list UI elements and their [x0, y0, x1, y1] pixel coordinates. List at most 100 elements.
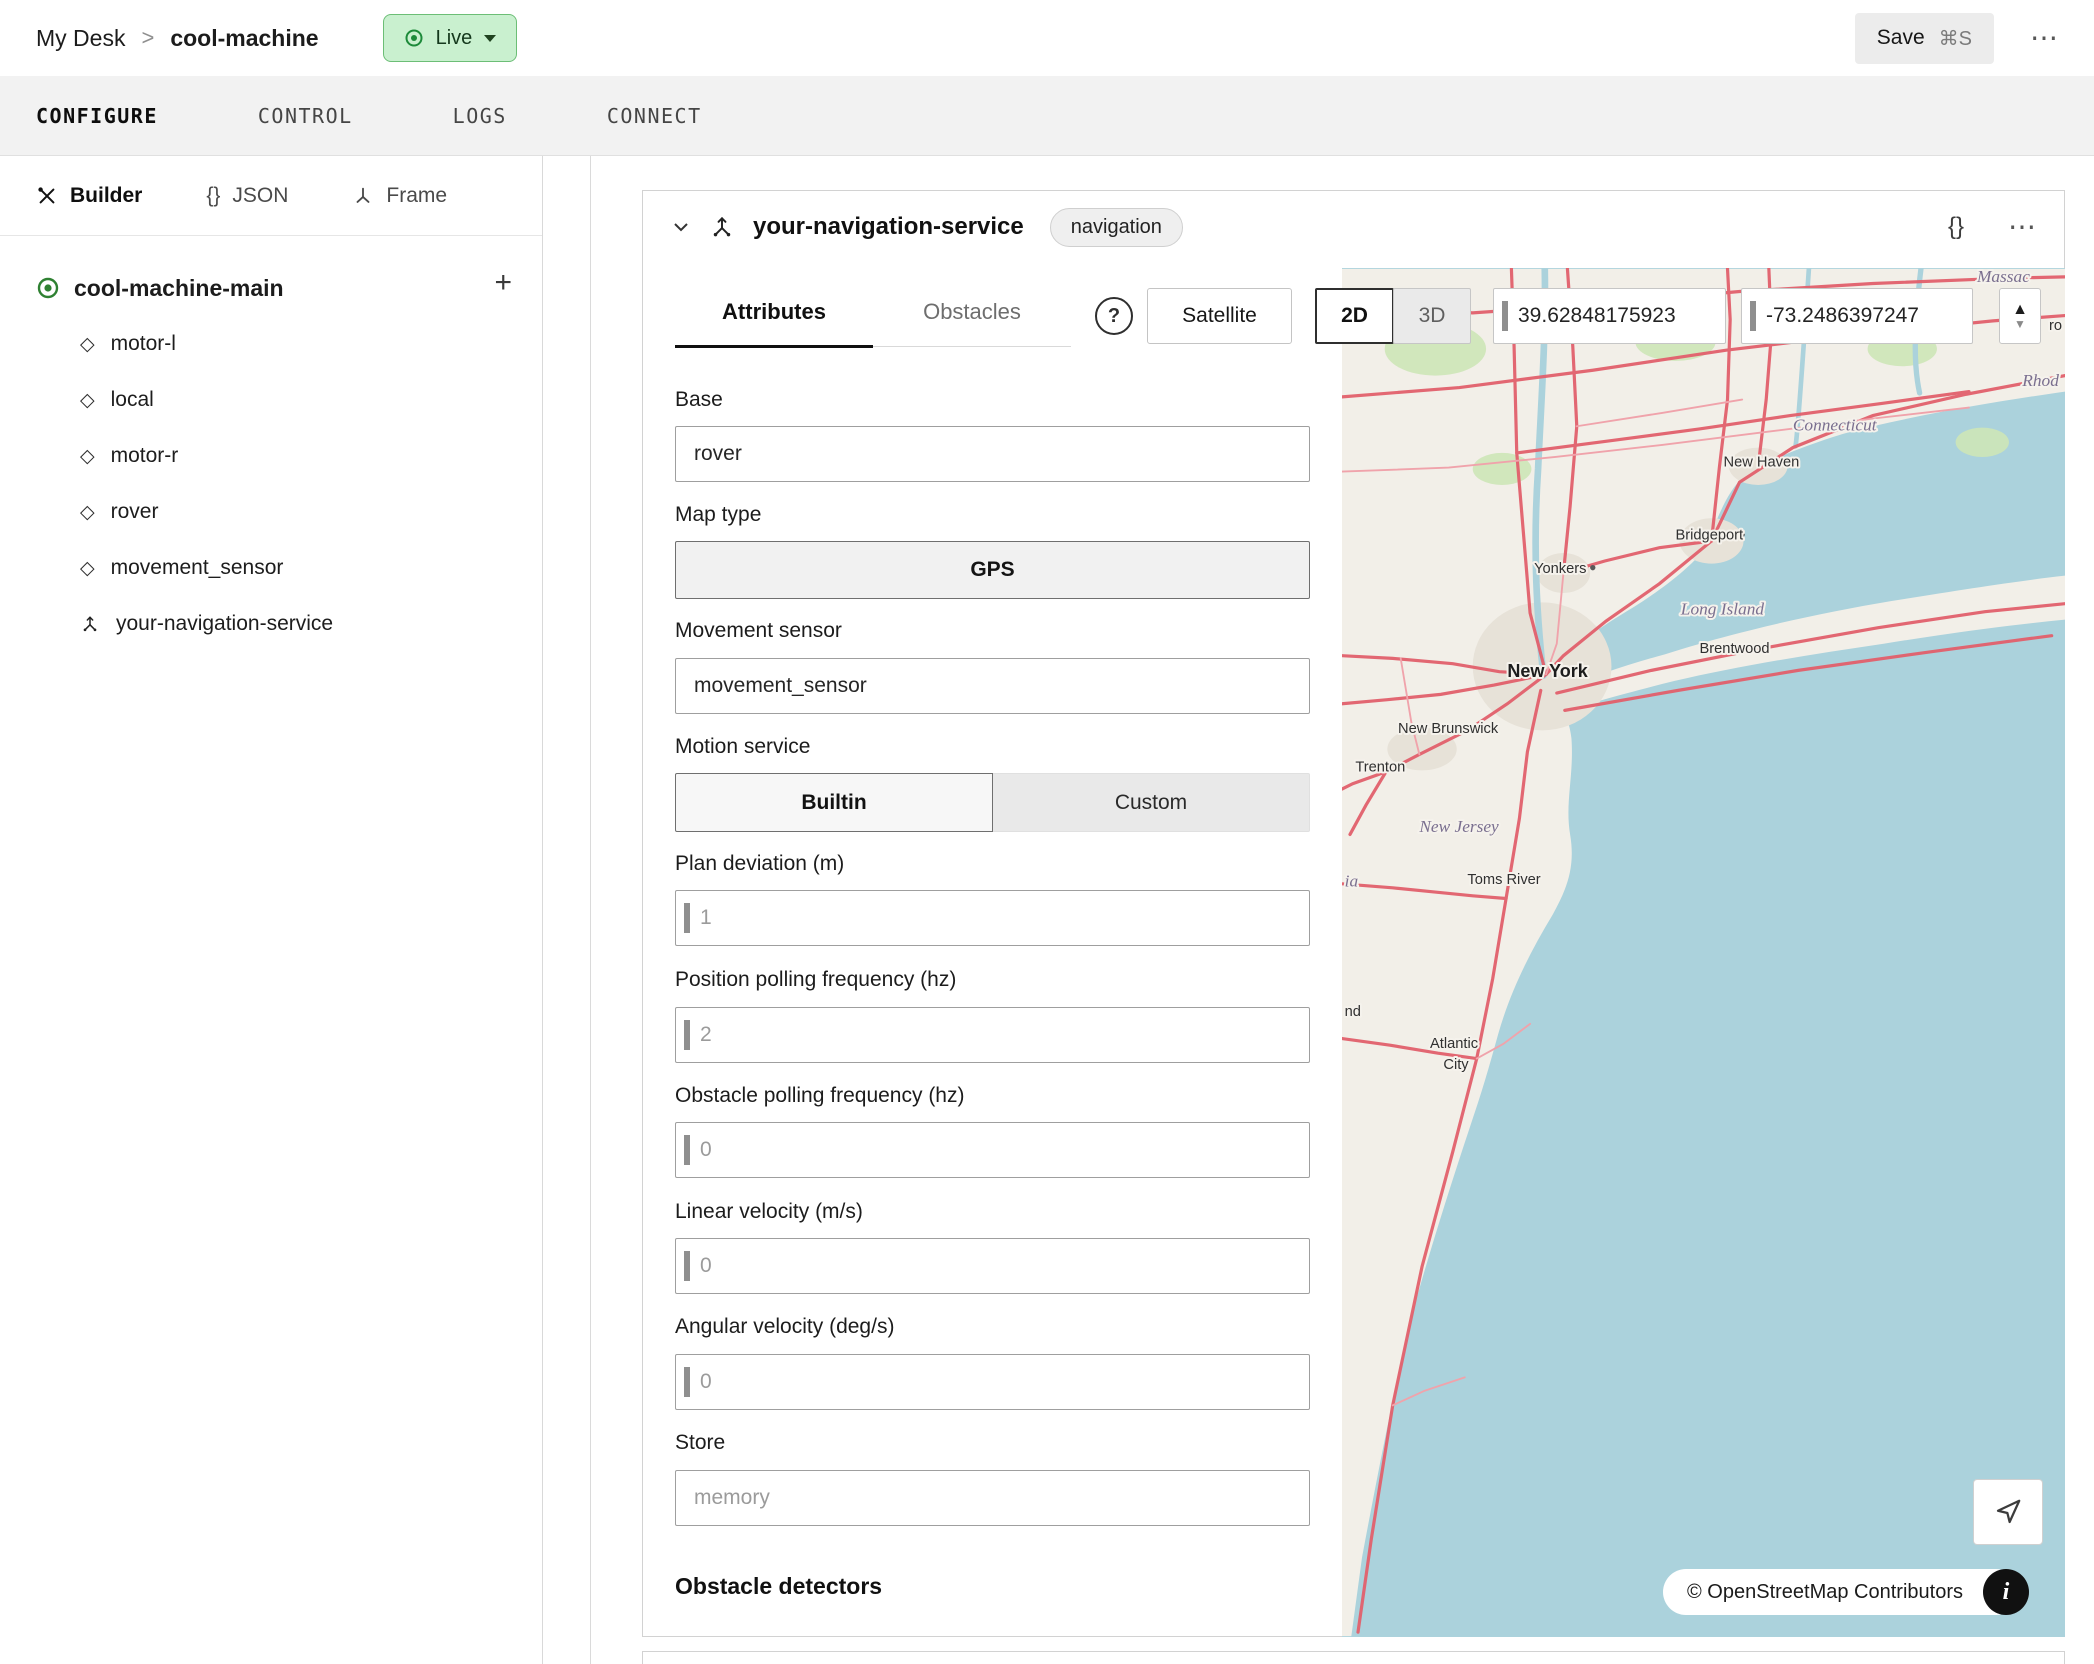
latitude-field — [1493, 288, 1726, 344]
panel-tabs: Attributes Obstacles — [675, 299, 1071, 347]
breadcrumb-parent[interactable]: My Desk — [36, 25, 125, 52]
angular-velocity-input[interactable] — [690, 1370, 1309, 1394]
tree-item-motor-r[interactable]: ◇ motor-r — [36, 428, 542, 484]
tree-item-navigation-service[interactable]: your-navigation-service — [36, 596, 542, 652]
config-sidebar: Builder {} JSON Frame — [0, 156, 543, 1664]
map-label-connecticut: Connecticut — [1793, 415, 1878, 434]
coordinate-stepper[interactable]: ▲ ▼ — [1999, 288, 2041, 344]
step-up-icon[interactable]: ▲ — [2012, 302, 2028, 318]
tree-item-motor-l[interactable]: ◇ motor-l — [36, 316, 542, 372]
base-input[interactable] — [675, 426, 1310, 482]
linear-velocity-field — [675, 1238, 1310, 1294]
tab-configure[interactable]: CONFIGURE — [36, 104, 158, 128]
movement-sensor-input[interactable] — [675, 658, 1310, 714]
topbar-actions: Save ⌘S ⋯ — [1855, 13, 2058, 64]
map-canvas: Massac ro Rhod Connecticut New Haven Bri… — [1342, 268, 2065, 1637]
machine-tab-bar: CONFIGURE CONTROL LOGS CONNECT — [0, 76, 2094, 156]
mode-frame-label: Frame — [386, 184, 447, 208]
more-menu-button[interactable]: ⋯ — [2030, 24, 2058, 52]
view-2d-button[interactable]: 2D — [1315, 288, 1394, 344]
store-label: Store — [675, 1431, 725, 1455]
motion-custom-button[interactable]: Custom — [993, 773, 1310, 832]
store-input[interactable] — [675, 1470, 1310, 1526]
map-label-island-cut: nd — [1345, 1004, 1361, 1020]
breadcrumb-current: cool-machine — [170, 25, 318, 52]
component-diamond-icon: ◇ — [80, 391, 95, 410]
plan-deviation-field — [675, 890, 1310, 946]
position-polling-field — [675, 1007, 1310, 1063]
obstacle-polling-label: Obstacle polling frequency (hz) — [675, 1084, 964, 1108]
map-label-rhode-island: Rhod — [2021, 371, 2059, 390]
breadcrumb-separator: > — [141, 25, 154, 51]
json-braces-button[interactable]: {} — [1948, 213, 1964, 241]
add-component-button[interactable]: + — [494, 268, 512, 298]
help-button[interactable]: ? — [1095, 297, 1133, 335]
mode-json[interactable]: {} JSON — [206, 184, 288, 208]
navigation-service-card: your-navigation-service navigation {} ⋯ … — [642, 190, 2065, 1637]
tab-control[interactable]: CONTROL — [258, 104, 353, 128]
angular-velocity-field — [675, 1354, 1310, 1410]
map-type-gps-button[interactable]: GPS — [675, 541, 1310, 599]
latitude-input[interactable] — [1508, 304, 1725, 328]
plan-deviation-label: Plan deviation (m) — [675, 852, 844, 876]
linear-velocity-label: Linear velocity (m/s) — [675, 1200, 863, 1224]
motion-builtin-button[interactable]: Builtin — [675, 773, 993, 832]
card-header-actions: {} ⋯ — [1948, 213, 2036, 241]
mode-frame[interactable]: Frame — [352, 184, 447, 208]
navigation-arrow-icon — [1993, 1497, 2023, 1527]
save-button[interactable]: Save ⌘S — [1855, 13, 1994, 64]
movement-sensor-label: Movement sensor — [675, 619, 842, 643]
builder-tools-icon — [36, 185, 58, 207]
component-diamond-icon: ◇ — [80, 335, 95, 354]
satellite-toggle-button[interactable]: Satellite — [1147, 288, 1292, 344]
map-label-brentwood: Brentwood — [1699, 641, 1769, 657]
mode-builder[interactable]: Builder — [36, 184, 142, 208]
info-icon[interactable]: i — [1983, 1569, 2029, 1615]
tab-logs[interactable]: LOGS — [453, 104, 507, 128]
linear-velocity-input[interactable] — [690, 1254, 1309, 1278]
navigation-service-icon — [80, 614, 100, 634]
map-label-atlantic: Atlantic — [1430, 1036, 1478, 1052]
service-title: your-navigation-service — [753, 213, 1024, 241]
component-diamond-icon: ◇ — [80, 503, 95, 522]
obstacle-polling-field — [675, 1122, 1310, 1178]
obstacle-detectors-heading: Obstacle detectors — [675, 1573, 882, 1600]
card-more-menu-button[interactable]: ⋯ — [2008, 213, 2036, 241]
locate-button[interactable] — [1973, 1479, 2043, 1545]
machine-online-icon — [36, 276, 60, 300]
view-mode-switcher: Builder {} JSON Frame — [0, 156, 542, 236]
motion-service-label: Motion service — [675, 735, 810, 759]
angular-velocity-label: Angular velocity (deg/s) — [675, 1315, 894, 1339]
plan-deviation-input[interactable] — [690, 906, 1309, 930]
map-label-yonkers: Yonkers — [1534, 561, 1586, 577]
component-diamond-icon: ◇ — [80, 559, 95, 578]
collapse-chevron-icon[interactable] — [671, 217, 691, 237]
map-label-long-island: Long Island — [1680, 599, 1765, 618]
longitude-input[interactable] — [1756, 304, 1972, 328]
map-label-toms-river: Toms River — [1467, 872, 1540, 888]
map-label-new-jersey: New Jersey — [1418, 817, 1499, 836]
tab-attributes[interactable]: Attributes — [675, 299, 873, 348]
step-down-icon[interactable]: ▼ — [2014, 318, 2026, 330]
map[interactable]: Massac ro Rhod Connecticut New Haven Bri… — [1342, 268, 2065, 1637]
view-3d-button[interactable]: 3D — [1393, 288, 1471, 344]
content-divider — [590, 156, 591, 1664]
tab-connect[interactable]: CONNECT — [607, 104, 702, 128]
position-polling-input[interactable] — [690, 1023, 1309, 1047]
tab-obstacles[interactable]: Obstacles — [873, 299, 1071, 346]
tree-item-local[interactable]: ◇ local — [36, 372, 542, 428]
frame-axes-icon — [352, 185, 374, 207]
component-diamond-icon: ◇ — [80, 447, 95, 466]
map-label-pennsylvania-cut: ia — [1345, 871, 1359, 890]
tree-item-movement-sensor[interactable]: ◇ movement_sensor — [36, 540, 542, 596]
card-header: your-navigation-service navigation {} ⋯ — [643, 191, 2064, 263]
main-content: your-navigation-service navigation {} ⋯ … — [544, 156, 2094, 1664]
map-label-bridgeport: Bridgeport — [1675, 528, 1743, 544]
obstacle-polling-input[interactable] — [690, 1138, 1309, 1162]
chevron-down-icon — [484, 35, 496, 42]
top-bar: My Desk > cool-machine Live Save ⌘S ⋯ — [0, 0, 2094, 76]
live-status-dropdown[interactable]: Live — [383, 14, 518, 62]
save-shortcut: ⌘S — [1939, 26, 1972, 51]
tree-root-machine[interactable]: cool-machine-main — [36, 260, 542, 316]
tree-item-rover[interactable]: ◇ rover — [36, 484, 542, 540]
